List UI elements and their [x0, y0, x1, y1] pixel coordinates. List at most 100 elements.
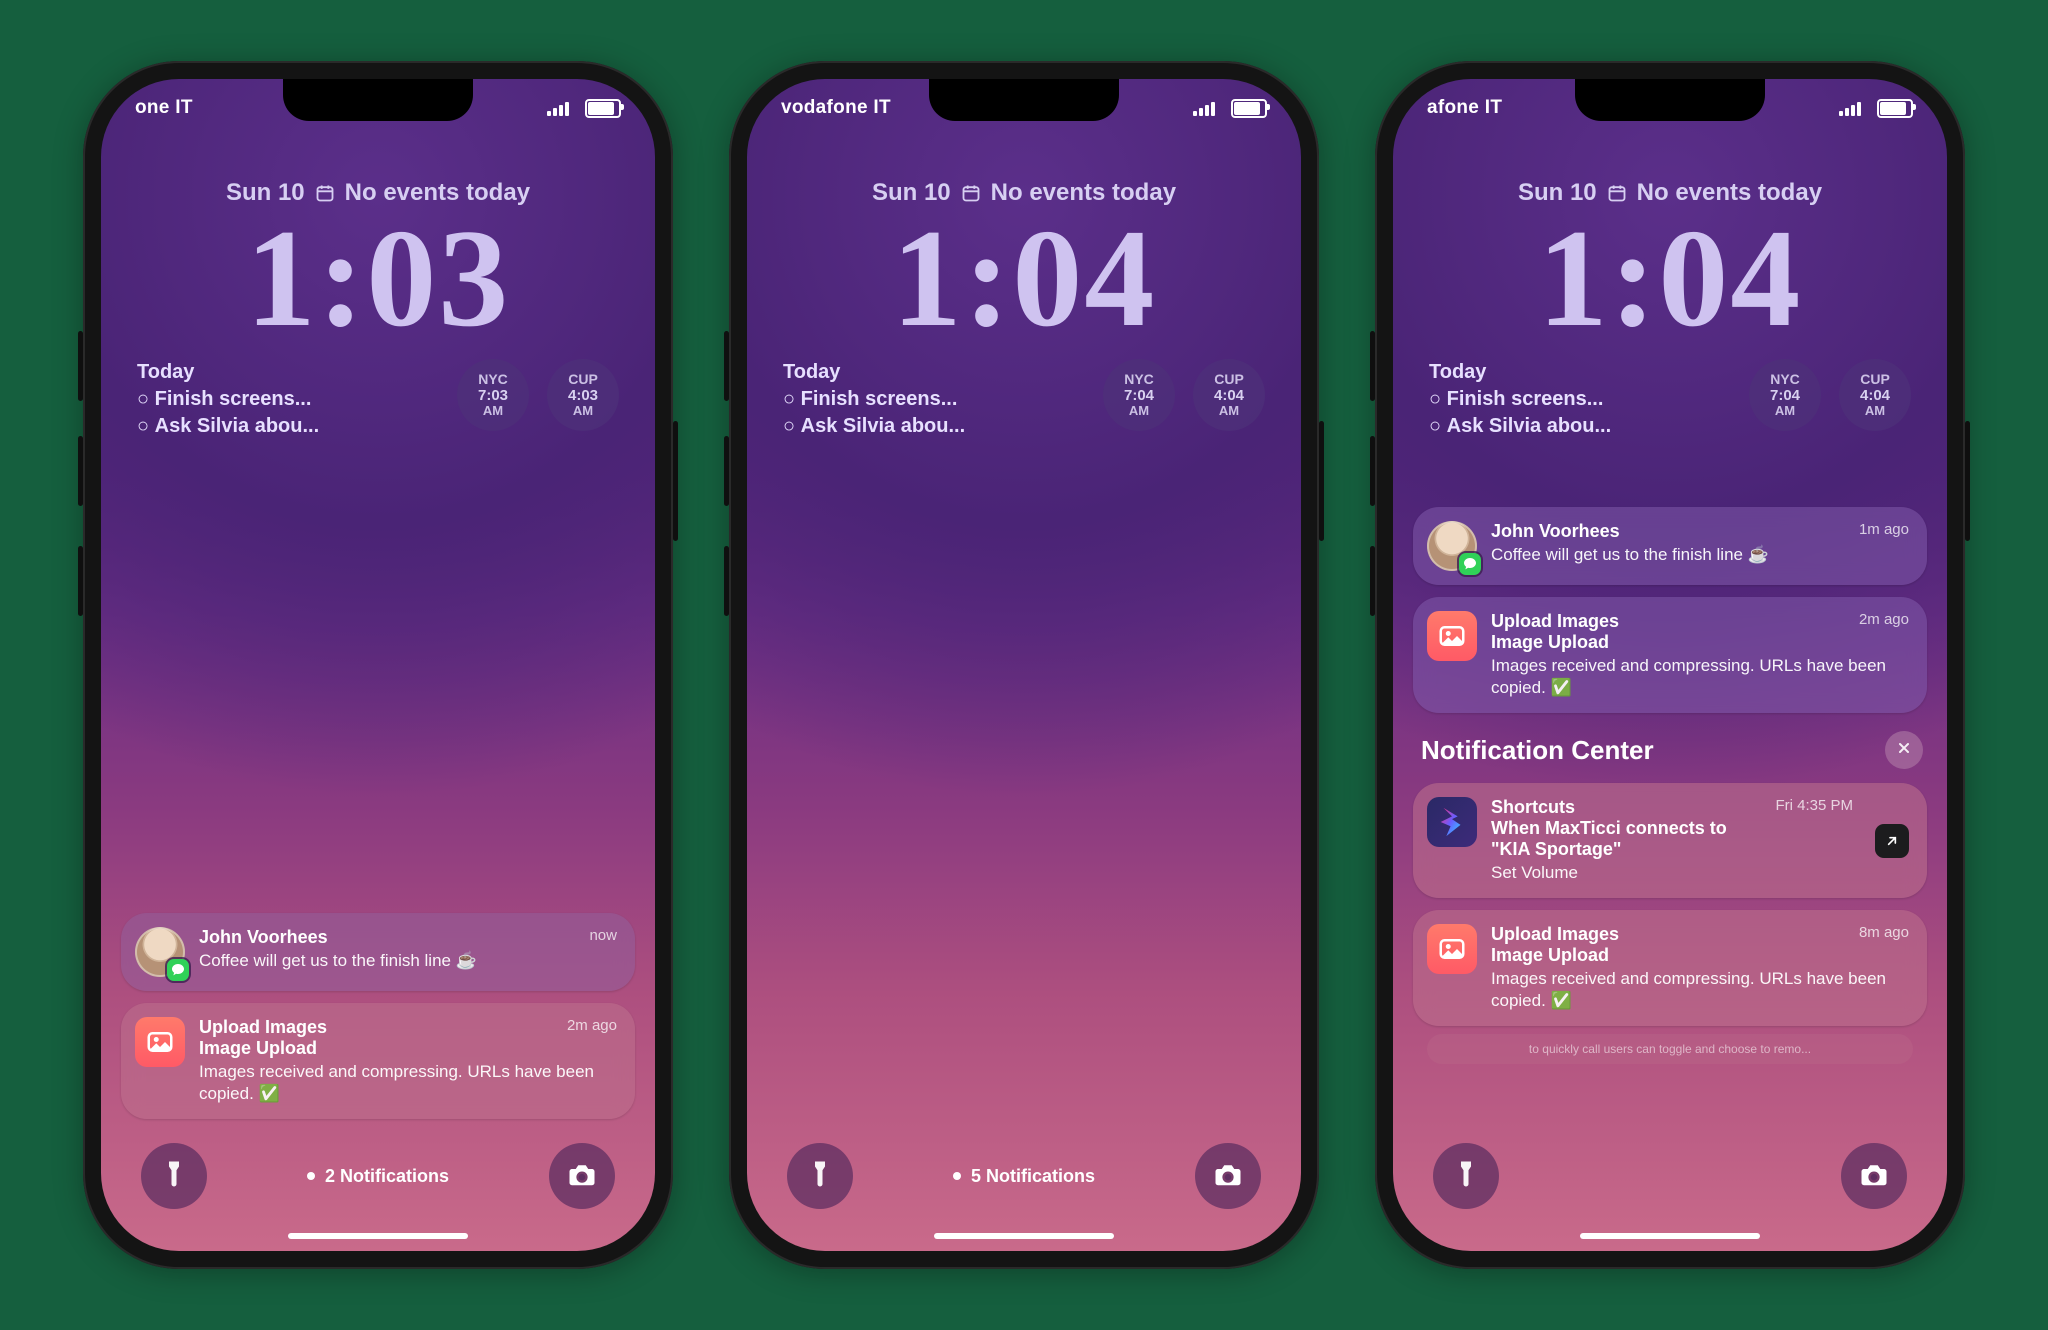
lock-header: Sun 10No events today1:04TodayFinish scr… [1393, 179, 1947, 440]
flashlight-button[interactable] [1433, 1143, 1499, 1209]
world-clock-ampm: AM [483, 404, 503, 419]
notification-count[interactable]: 2 Notifications [307, 1166, 449, 1187]
world-clock[interactable]: NYC7:03AM [457, 359, 529, 431]
phone-frame: afone IT Sun 10No events today1:04TodayFi… [1375, 61, 1965, 1269]
world-clock[interactable]: NYC7:04AM [1103, 359, 1175, 431]
notification-center-header: Notification Center [1413, 725, 1927, 771]
camera-button[interactable] [1841, 1143, 1907, 1209]
reminders-widget[interactable]: TodayFinish screens...Ask Silvia abou... [1429, 359, 1611, 440]
lock-screen[interactable]: afone IT Sun 10No events today1:04TodayFi… [1393, 79, 1947, 1251]
world-clock-city: CUP [1214, 371, 1244, 387]
world-clock-time: 7:03 [478, 387, 508, 404]
carrier-label: one IT [135, 97, 193, 119]
notification-app-name: Upload Images [1491, 611, 1619, 632]
reminders-item: Finish screens... [137, 386, 319, 413]
world-clock-city: NYC [478, 371, 508, 387]
clock-time: 1:04 [1393, 209, 1947, 349]
lock-screen[interactable]: vodafone ITSun 10No events today1:04Toda… [747, 79, 1301, 1251]
flashlight-button[interactable] [787, 1143, 853, 1209]
camera-button[interactable] [549, 1143, 615, 1209]
notification-body: Set Volume [1491, 862, 1853, 884]
battery-icon [585, 99, 621, 118]
flashlight-button[interactable] [141, 1143, 207, 1209]
notification-app-name: Upload Images [199, 1017, 327, 1038]
reminders-title: Today [783, 359, 965, 386]
notification-body: Images received and compressing. URLs ha… [199, 1061, 617, 1105]
world-clock-city: NYC [1124, 371, 1154, 387]
notification-stack[interactable]: John Voorhees1m agoCoffee will get us to… [1413, 507, 1927, 1064]
notification-app-name: Upload Images [1491, 924, 1619, 945]
home-indicator[interactable] [288, 1233, 468, 1239]
flashlight-icon [159, 1159, 189, 1194]
camera-icon [1213, 1159, 1243, 1194]
photo-app-icon [1427, 924, 1477, 974]
notification-count[interactable]: 5 Notifications [953, 1166, 1095, 1187]
camera-icon [1859, 1159, 1889, 1194]
notification-body: Coffee will get us to the finish line ☕️ [1491, 544, 1909, 566]
world-clock[interactable]: NYC7:04AM [1749, 359, 1821, 431]
reminders-title: Today [137, 359, 319, 386]
world-clocks: NYC7:03AMCUP4:03AM [457, 359, 619, 431]
world-clock[interactable]: CUP4:04AM [1839, 359, 1911, 431]
reminders-widget[interactable]: TodayFinish screens...Ask Silvia abou... [137, 359, 319, 440]
status-bar: afone IT [1393, 93, 1947, 123]
notification-subtitle: When MaxTicci connects to "KIA Sportage" [1491, 818, 1765, 860]
camera-button[interactable] [1195, 1143, 1261, 1209]
world-clock-time: 4:04 [1860, 387, 1890, 404]
reminders-item: Finish screens... [783, 386, 965, 413]
home-indicator[interactable] [934, 1233, 1114, 1239]
reminders-item: Ask Silvia abou... [1429, 413, 1611, 440]
notification-card[interactable]: Upload ImagesImage Upload2m agoImages re… [1413, 597, 1927, 713]
world-clock-city: NYC [1770, 371, 1800, 387]
open-in-app-icon[interactable] [1875, 824, 1909, 858]
world-clock[interactable]: CUP4:03AM [547, 359, 619, 431]
clock-time: 1:04 [747, 209, 1301, 349]
world-clock-time: 4:04 [1214, 387, 1244, 404]
world-clock[interactable]: CUP4:04AM [1193, 359, 1265, 431]
widget-row: TodayFinish screens...Ask Silvia abou...… [747, 359, 1301, 440]
status-bar: one IT [101, 93, 655, 123]
lock-header: Sun 10No events today1:04TodayFinish scr… [747, 179, 1301, 440]
phone-frame: one ITSun 10No events today1:03TodayFini… [83, 61, 673, 1269]
flashlight-icon [805, 1159, 835, 1194]
notification-card[interactable]: Upload ImagesImage Upload8m agoImages re… [1413, 910, 1927, 1026]
cellular-icon [547, 101, 569, 116]
carrier-label: vodafone IT [781, 97, 891, 119]
notification-card[interactable]: ShortcutsWhen MaxTicci connects to "KIA … [1413, 783, 1927, 898]
notification-card[interactable]: Upload ImagesImage Upload2m agoImages re… [121, 1003, 635, 1119]
lock-bottom-row [1393, 1143, 1947, 1209]
world-clock-ampm: AM [573, 404, 593, 419]
clock-time: 1:03 [101, 209, 655, 349]
world-clock-ampm: AM [1775, 404, 1795, 419]
world-clock-city: CUP [1860, 371, 1890, 387]
notification-subtitle: Image Upload [1491, 945, 1619, 966]
reminders-widget[interactable]: TodayFinish screens...Ask Silvia abou... [783, 359, 965, 440]
notification-subtitle: Image Upload [1491, 632, 1619, 653]
notification-timestamp: Fri 4:35 PM [1775, 797, 1853, 860]
world-clock-ampm: AM [1129, 404, 1149, 419]
cellular-icon [1839, 101, 1861, 116]
cellular-icon [1193, 101, 1215, 116]
world-clock-city: CUP [568, 371, 598, 387]
notification-center-close[interactable] [1885, 731, 1923, 769]
reminders-item: Ask Silvia abou... [137, 413, 319, 440]
home-indicator[interactable] [1580, 1233, 1760, 1239]
notification-timestamp: 2m ago [1859, 611, 1909, 653]
widget-row: TodayFinish screens...Ask Silvia abou...… [101, 359, 655, 440]
carrier-label: afone IT [1427, 97, 1502, 119]
notification-body: Coffee will get us to the finish line ☕️ [199, 950, 617, 972]
reminders-item: Ask Silvia abou... [783, 413, 965, 440]
flashlight-icon [1451, 1159, 1481, 1194]
lock-screen[interactable]: one ITSun 10No events today1:03TodayFini… [101, 79, 655, 1251]
battery-icon [1877, 99, 1913, 118]
world-clocks: NYC7:04AMCUP4:04AM [1749, 359, 1911, 431]
status-bar: vodafone IT [747, 93, 1301, 123]
notification-stack[interactable]: John VoorheesnowCoffee will get us to th… [121, 913, 635, 1119]
notification-card[interactable]: John VoorheesnowCoffee will get us to th… [121, 913, 635, 991]
reminders-item: Finish screens... [1429, 386, 1611, 413]
lock-bottom-row: 2 Notifications [101, 1143, 655, 1209]
notification-card[interactable]: John Voorhees1m agoCoffee will get us to… [1413, 507, 1927, 585]
photo-app-icon [135, 1017, 185, 1067]
world-clock-time: 4:03 [568, 387, 598, 404]
battery-icon [1231, 99, 1267, 118]
